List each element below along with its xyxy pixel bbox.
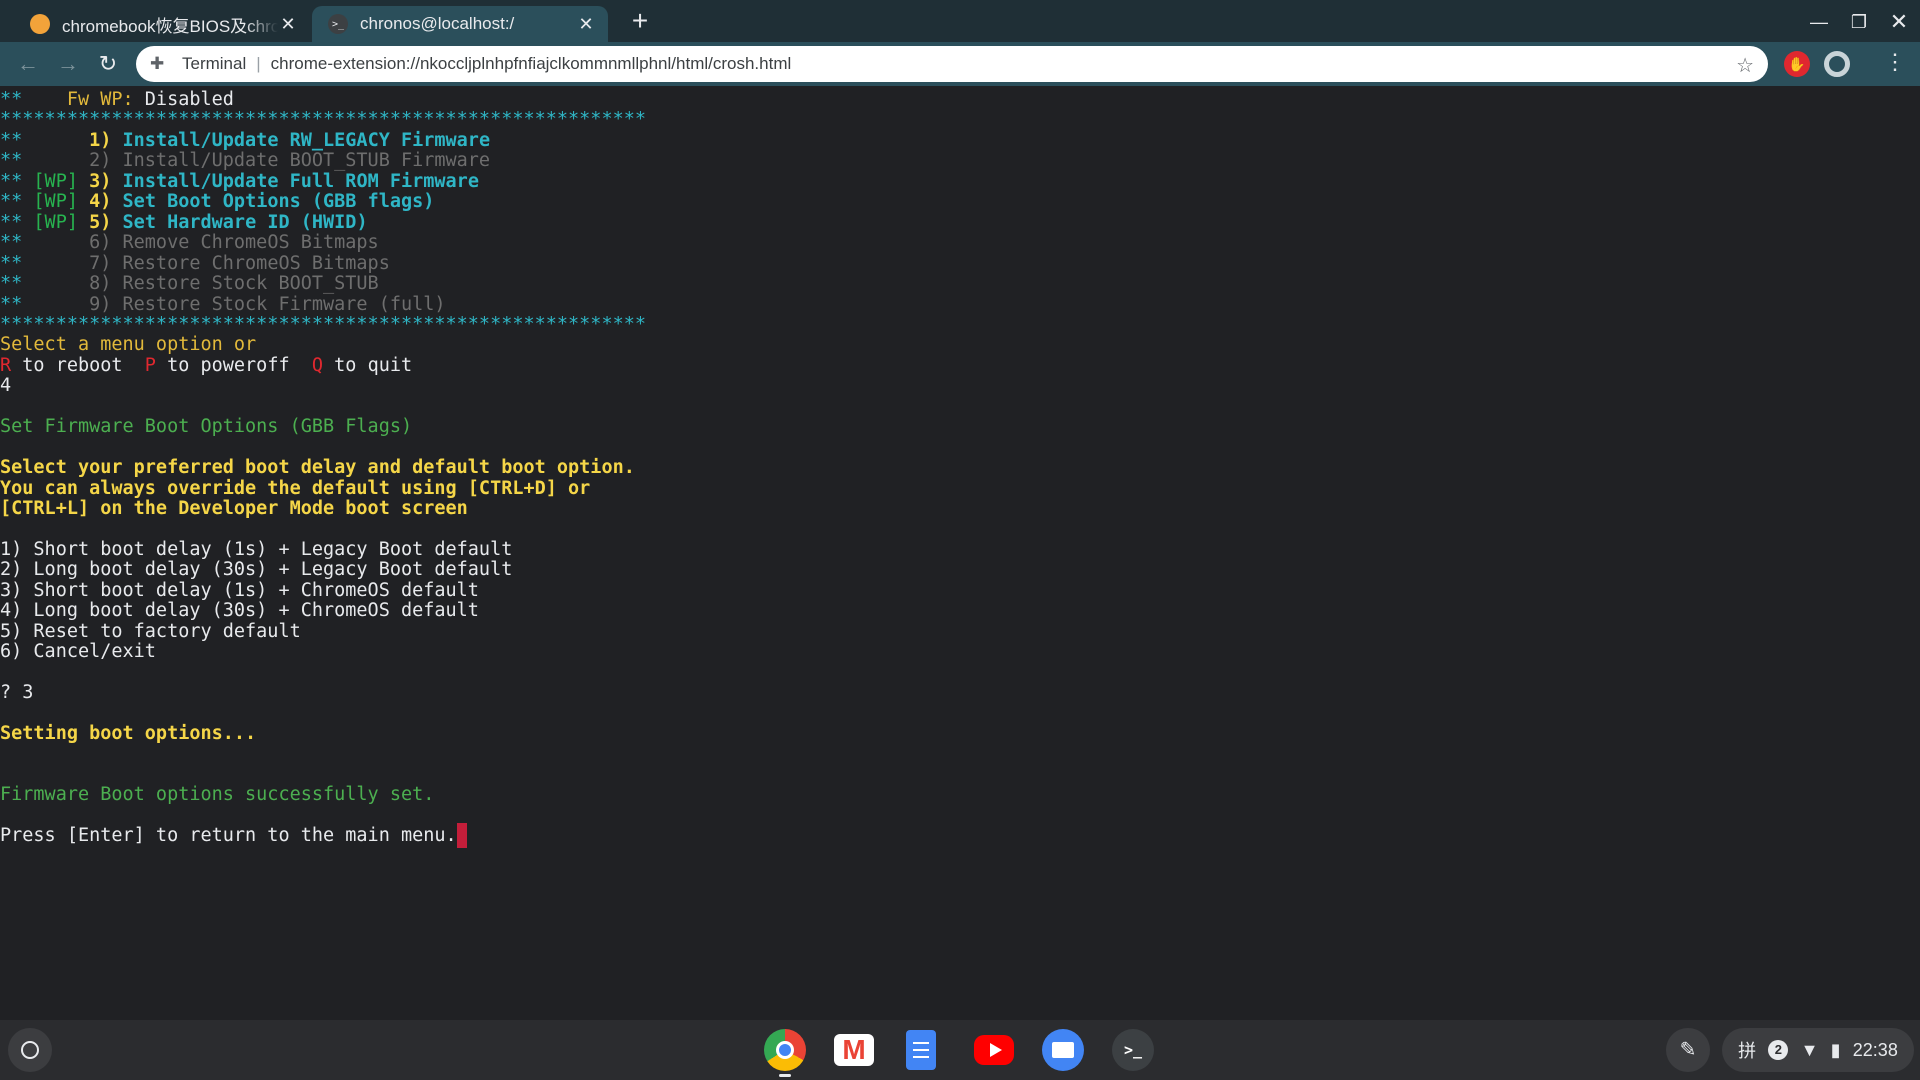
- terminal-text: ? 3: [0, 682, 34, 704]
- reload-icon[interactable]: ↻: [94, 50, 122, 78]
- launcher-circle-icon: [21, 1041, 39, 1059]
- gmail-icon[interactable]: M: [834, 1034, 874, 1066]
- terminal-line: 6) Cancel/exit: [0, 639, 156, 664]
- launcher-button[interactable]: [8, 1028, 52, 1072]
- ime-indicator: 拼: [1738, 1041, 1757, 1061]
- terminal-line: [CTRL+L] on the Developer Mode boot scre…: [0, 496, 468, 521]
- address-url[interactable]: chrome-extension://nkoccljplnhpfnfiajclk…: [271, 54, 792, 74]
- terminal-line: R to reboot P to poweroff Q to quit: [0, 353, 412, 378]
- battery-icon: ▮: [1830, 1039, 1841, 1060]
- bookmark-star-icon[interactable]: ☆: [1736, 53, 1754, 78]
- terminal-text: Press [Enter] to return to the main menu…: [0, 825, 457, 847]
- terminal-text: Setting boot options...: [0, 722, 257, 744]
- tab-title: chronos@localhost:/: [360, 14, 515, 33]
- terminal-output[interactable]: ** Fw WP: Disabled **********************…: [0, 88, 1920, 1020]
- back-arrow-icon[interactable]: ←: [14, 50, 42, 78]
- tab-title: chromebook恢复BIOS及chrom: [62, 16, 278, 36]
- terminal-line: Setting boot options...: [0, 721, 256, 746]
- youtube-icon[interactable]: [974, 1035, 1014, 1065]
- menu-kebab-icon[interactable]: ⋮: [1884, 49, 1906, 75]
- tab-strip: chromebook恢复BIOS及chrom ✕ >_ chronos@loca…: [0, 0, 1920, 42]
- terminal-text: Firmware Boot options successfully set.: [0, 784, 435, 806]
- terminal-text: 6) Cancel/exit: [0, 641, 156, 663]
- terminal-favicon-icon: >_: [328, 14, 348, 34]
- shelf: M >_ ✎ 拼 2 ▼ ▮ 22:38: [0, 1020, 1920, 1080]
- terminal-line: Press [Enter] to return to the main menu…: [0, 823, 467, 849]
- terminal-text: P: [144, 354, 156, 376]
- terminal-text: Set Firmware Boot Options (GBB Flags): [0, 416, 413, 438]
- close-tab-icon[interactable]: ✕: [278, 14, 298, 35]
- tab-chromebook-bios[interactable]: chromebook恢复BIOS及chrom ✕: [14, 6, 310, 42]
- terminal-icon[interactable]: >_: [1112, 1029, 1154, 1071]
- forward-arrow-icon[interactable]: →: [54, 50, 82, 78]
- terminal-text: Q: [311, 354, 324, 376]
- running-indicator: [779, 1074, 791, 1077]
- terminal-line: Set Firmware Boot Options (GBB Flags): [0, 414, 412, 439]
- clock: 22:38: [1852, 1039, 1898, 1060]
- address-separator: |: [256, 54, 261, 73]
- terminal-text: to quit: [323, 354, 413, 376]
- terminal-text: to poweroff: [155, 354, 312, 376]
- minimize-window-button[interactable]: —: [1804, 8, 1834, 36]
- close-window-button[interactable]: ✕: [1884, 8, 1914, 36]
- extension-name-chip: Terminal: [182, 54, 247, 73]
- stylus-pen-icon[interactable]: ✎: [1666, 1028, 1710, 1072]
- terminal-cursor: [456, 823, 467, 849]
- maximize-window-button[interactable]: ❐: [1844, 8, 1874, 36]
- terminal-text: 4: [0, 375, 12, 397]
- wifi-icon: ▼: [1800, 1039, 1819, 1060]
- docs-icon[interactable]: [906, 1030, 936, 1070]
- profile-avatar-icon[interactable]: [1824, 51, 1850, 77]
- site-favicon-icon: [30, 14, 50, 34]
- extension-stop-icon[interactable]: ✋: [1784, 51, 1810, 77]
- status-tray[interactable]: 拼 2 ▼ ▮ 22:38: [1722, 1028, 1914, 1072]
- extension-puzzle-icon: ✚: [150, 54, 165, 73]
- browser-toolbar: ← → ↻ ✚ Terminal | chrome-extension://nk…: [0, 42, 1920, 86]
- terminal-text: [CTRL+L] on the Developer Mode boot scre…: [0, 498, 468, 519]
- tab-terminal[interactable]: >_ chronos@localhost:/ ✕: [312, 6, 608, 42]
- address-bar[interactable]: ✚ Terminal | chrome-extension://nkoccljp…: [136, 46, 1768, 82]
- new-tab-button[interactable]: +: [624, 6, 656, 38]
- close-tab-icon[interactable]: ✕: [576, 14, 596, 35]
- notification-count-badge: 2: [1768, 1040, 1789, 1060]
- terminal-line: Firmware Boot options successfully set.: [0, 782, 434, 807]
- terminal-line: 4: [0, 373, 11, 398]
- terminal-text: to reboot: [11, 354, 145, 376]
- files-icon[interactable]: [1042, 1029, 1084, 1071]
- terminal-line: ? 3: [0, 680, 33, 705]
- chrome-icon[interactable]: [764, 1029, 806, 1071]
